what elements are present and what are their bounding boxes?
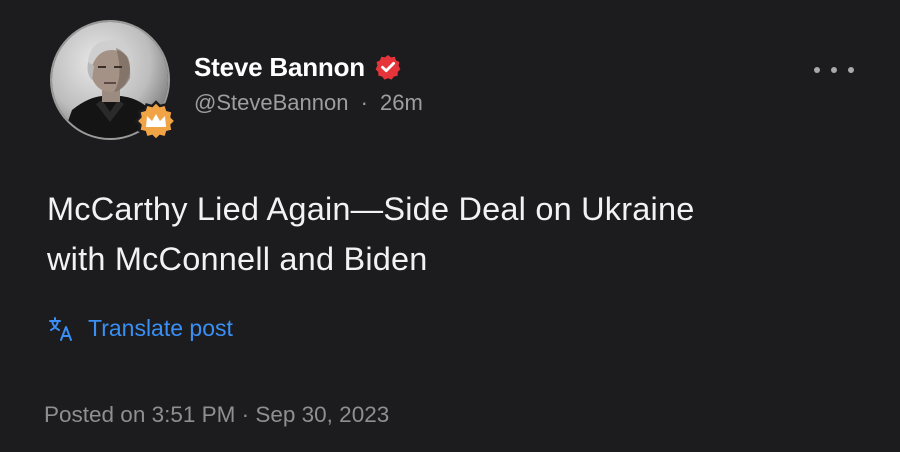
avatar-container[interactable]: [50, 20, 178, 142]
translate-post-label[interactable]: Translate post: [88, 315, 233, 342]
post-body: McCarthy Lied Again—Side Deal on Ukraine…: [47, 184, 867, 284]
author-display-name[interactable]: Steve Bannon: [194, 52, 365, 83]
post-body-line: with McConnell and Biden: [47, 241, 428, 277]
translate-icon: [49, 316, 72, 341]
translate-post-link[interactable]: Translate post: [48, 315, 233, 342]
more-options-icon: [848, 67, 854, 73]
author-handle[interactable]: @SteveBannon: [194, 90, 348, 115]
more-options-icon: [814, 67, 820, 73]
verified-check-icon: [375, 55, 401, 80]
author-name-row[interactable]: Steve Bannon: [194, 50, 401, 84]
post-card: Steve Bannon @SteveBannon · 26m McCarthy…: [0, 0, 900, 452]
more-options-icon: [831, 67, 837, 73]
posted-timestamp: Posted on 3:51 PM · Sep 30, 2023: [44, 402, 390, 427]
meta-separator: ·: [360, 90, 368, 115]
crown-badge-icon: [134, 100, 178, 142]
more-options-button[interactable]: [814, 60, 854, 80]
author-meta: @SteveBannon · 26m: [194, 90, 423, 116]
relative-time: 26m: [380, 90, 423, 115]
post-body-line: McCarthy Lied Again—Side Deal on Ukraine: [47, 191, 695, 227]
